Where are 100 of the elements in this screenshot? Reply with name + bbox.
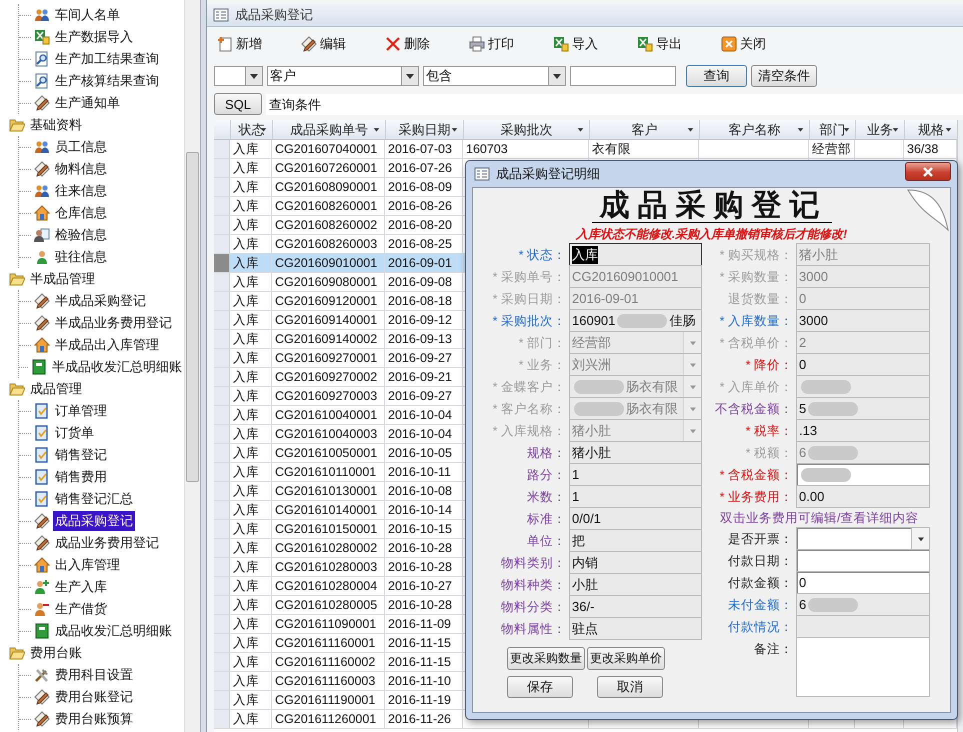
table-row[interactable]: 入库 CG201607040001 2016-07-03 160703 衣有限 经营部 36/38 bbox=[214, 140, 957, 159]
toolbar-button[interactable]: 编辑 bbox=[299, 33, 383, 55]
form-field[interactable]: 1 bbox=[569, 463, 702, 486]
change-button[interactable]: 更改采购数量 bbox=[507, 647, 585, 670]
operator-dropdown[interactable]: 包含 bbox=[423, 66, 566, 86]
tree-item[interactable]: 往来信息 bbox=[53, 181, 109, 201]
remarks-field[interactable] bbox=[796, 637, 930, 697]
tree-item[interactable]: 成品采购登记 bbox=[53, 511, 135, 531]
form-field[interactable]: 猪小肚 bbox=[569, 441, 702, 464]
person-remove-icon bbox=[34, 601, 50, 617]
tree-item[interactable]: 成品业务费用登记 bbox=[53, 533, 161, 553]
form-field[interactable] bbox=[796, 615, 930, 638]
column-header[interactable]: 客户名称 bbox=[699, 120, 809, 139]
condition-field[interactable]: 查询条件 bbox=[266, 94, 963, 114]
column-header[interactable]: 采购日期 bbox=[385, 120, 463, 139]
action-button[interactable]: 取消 bbox=[597, 676, 663, 698]
toolbar-button[interactable]: 导入 bbox=[551, 33, 635, 55]
tree-folder[interactable]: 费用台账 bbox=[28, 643, 84, 663]
table-cell: 2016-10-11 bbox=[388, 465, 452, 479]
form-field[interactable] bbox=[796, 375, 930, 398]
toolbar-button[interactable]: 打印 bbox=[467, 33, 551, 55]
field-dropdown[interactable] bbox=[214, 66, 263, 86]
tree-item[interactable]: 订单管理 bbox=[53, 401, 109, 421]
tree-item[interactable]: 成品收发汇总明细账 bbox=[53, 621, 174, 641]
form-field[interactable]: 入库 bbox=[569, 243, 702, 266]
tree-item[interactable]: 生产加工结果查询 bbox=[53, 49, 161, 69]
form-field[interactable] bbox=[796, 549, 930, 572]
form-field[interactable]: 160901 佳肠 bbox=[569, 309, 702, 332]
form-field[interactable]: 小肚 bbox=[569, 573, 702, 596]
toolbar-button[interactable]: 关闭 bbox=[719, 33, 803, 55]
form-field[interactable]: 5 bbox=[796, 397, 930, 420]
close-button[interactable] bbox=[905, 162, 951, 181]
toolbar-button[interactable]: 新增 bbox=[215, 33, 299, 55]
tree-item[interactable]: 费用台账预算 bbox=[53, 709, 135, 729]
column-header[interactable]: 状态 bbox=[230, 120, 272, 139]
form-field[interactable]: 0.00 bbox=[796, 485, 930, 508]
tree-item[interactable]: 物料信息 bbox=[53, 159, 109, 179]
column-header[interactable]: 成品采购单号 bbox=[272, 120, 385, 139]
column-header[interactable]: 业务 bbox=[855, 120, 904, 139]
form-field[interactable]: 内销 bbox=[569, 551, 702, 574]
form-field[interactable] bbox=[796, 463, 930, 486]
form-field[interactable]: 把 bbox=[569, 529, 702, 552]
form-field[interactable]: 驻点 bbox=[569, 617, 702, 640]
tree-item[interactable]: 销售登记汇总 bbox=[53, 489, 135, 509]
form-field[interactable]: 0/0/1 bbox=[569, 507, 702, 530]
form-field[interactable]: 0 bbox=[796, 571, 930, 594]
tree-item[interactable]: 生产入库 bbox=[53, 577, 109, 597]
tree-folder[interactable]: 半成品管理 bbox=[28, 269, 97, 289]
form-field[interactable]: 1 bbox=[569, 485, 702, 508]
tree-item[interactable]: 半成品采购登记 bbox=[53, 291, 148, 311]
house-icon bbox=[34, 337, 50, 353]
tree-item[interactable]: 生产数据导入 bbox=[53, 27, 135, 47]
tree-item[interactable]: 半成品出入库管理 bbox=[53, 335, 161, 355]
toolbar-button[interactable]: 删除 bbox=[383, 33, 467, 55]
tree-item[interactable]: 员工信息 bbox=[53, 137, 109, 157]
form-field[interactable] bbox=[796, 527, 930, 550]
toolbar-button[interactable]: 导出 bbox=[635, 33, 719, 55]
tree-item[interactable]: 检验信息 bbox=[53, 225, 109, 245]
dropdown-button[interactable] bbox=[911, 528, 929, 549]
field-dropdown[interactable]: 客户 bbox=[267, 66, 419, 86]
tree-item[interactable]: 费用科目设置 bbox=[53, 665, 135, 685]
caret-icon bbox=[245, 67, 262, 85]
form-field[interactable]: .13 bbox=[796, 419, 930, 442]
tree-item[interactable]: 销售费用 bbox=[53, 467, 109, 487]
column-header[interactable]: 采购批次 bbox=[463, 120, 589, 139]
tree-item[interactable]: 半成品业务费用登记 bbox=[53, 313, 174, 333]
tree-item[interactable]: 销售登记 bbox=[53, 445, 109, 465]
clear-button[interactable]: 清空条件 bbox=[751, 65, 817, 87]
table-cell: 2016-10-27 bbox=[388, 579, 452, 593]
change-button[interactable]: 更改采购单价 bbox=[587, 647, 665, 670]
form-field[interactable]: 6 bbox=[796, 593, 930, 616]
form-field[interactable]: 3000 bbox=[796, 309, 930, 332]
table-cell: 2016-11-10 bbox=[388, 674, 452, 688]
tree-item[interactable]: 仓库信息 bbox=[53, 203, 109, 223]
tree-item[interactable]: 订货单 bbox=[53, 423, 96, 443]
tree-folder[interactable]: 基础资料 bbox=[28, 115, 84, 135]
tree-item[interactable]: 生产核算结果查询 bbox=[53, 71, 161, 91]
column-header[interactable]: 部门 bbox=[809, 120, 855, 139]
search-input[interactable] bbox=[570, 66, 676, 86]
sql-button[interactable]: SQL bbox=[214, 93, 262, 115]
form-field[interactable]: 0 bbox=[796, 353, 930, 376]
tree-item[interactable]: 半成品收发汇总明细账 bbox=[50, 357, 184, 377]
tree-item[interactable]: 费用台账登记 bbox=[53, 687, 135, 707]
action-button[interactable]: 保存 bbox=[507, 676, 573, 698]
tree-folder[interactable]: 成品管理 bbox=[28, 379, 84, 399]
tree-item[interactable]: 车间人名单 bbox=[53, 5, 122, 25]
tree-item[interactable]: 驻往信息 bbox=[53, 247, 109, 267]
tree-item[interactable]: 出入库管理 bbox=[53, 555, 122, 575]
table-cell: 入库 bbox=[233, 313, 259, 327]
hint-text: 双击业务费用可编辑/查看详细内容 bbox=[719, 510, 920, 527]
scrollbar[interactable] bbox=[184, 0, 200, 732]
form-field[interactable]: 36/- bbox=[569, 595, 702, 618]
field-label: 未付金额： bbox=[727, 597, 794, 614]
tree-item[interactable]: 生产通知单 bbox=[53, 93, 122, 113]
scrollbar-thumb[interactable] bbox=[186, 152, 199, 482]
table-cell: CG201610280004 bbox=[275, 579, 378, 593]
column-header[interactable]: 客户 bbox=[589, 120, 699, 139]
search-button[interactable]: 查询 bbox=[686, 65, 747, 87]
tree-item[interactable]: 生产借货 bbox=[53, 599, 109, 619]
pencil-tag-icon bbox=[34, 513, 50, 529]
